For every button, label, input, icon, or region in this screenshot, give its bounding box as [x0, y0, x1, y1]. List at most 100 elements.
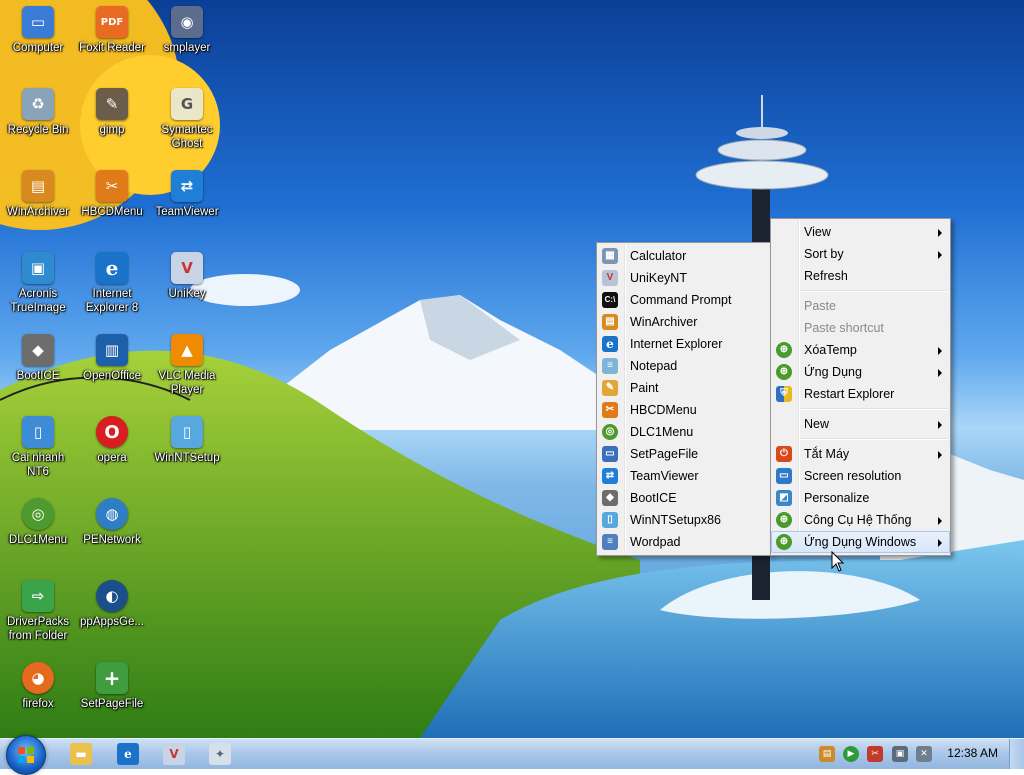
- winntsetup-icon: ▯: [602, 512, 618, 528]
- tray-archive-button[interactable]: ▤: [819, 746, 835, 762]
- menu-item-view[interactable]: View: [771, 221, 950, 243]
- shield-icon: ⛨: [776, 386, 792, 402]
- ie-icon: e: [96, 252, 128, 284]
- firefox-icon: ◕: [22, 662, 54, 694]
- submenu-arrow-icon: [938, 451, 942, 459]
- desktop-icon-unikey[interactable]: V UniKey: [149, 248, 225, 326]
- desktop-icon-smplayer[interactable]: ◉ smplayer: [149, 2, 225, 80]
- tools-icon: ✂: [871, 749, 879, 759]
- mouse-cursor-icon: [831, 551, 845, 572]
- submenu-item-setpagefile[interactable]: ▭ SetPageFile: [597, 443, 771, 465]
- show-desktop-button[interactable]: [1009, 739, 1024, 769]
- submenu-item-teamviewer[interactable]: ⇄ TeamViewer: [597, 465, 771, 487]
- wordpad-icon: ≡: [602, 534, 618, 550]
- desktop-icon-gimp[interactable]: ✎ gimp: [74, 84, 150, 162]
- desktop-icon-ppappsge[interactable]: ◐ ppAppsGe...: [74, 576, 150, 654]
- menu-item-refresh[interactable]: Refresh: [771, 265, 950, 287]
- menu-separator: [801, 408, 948, 410]
- acronis-icon: ▣: [22, 252, 54, 284]
- desktop-icon-penetwork[interactable]: ◍ PENetwork: [74, 494, 150, 572]
- submenu-arrow-icon: [938, 251, 942, 259]
- teamviewer-icon: ⇄: [171, 170, 203, 202]
- submenu-item-internet-explorer[interactable]: e Internet Explorer: [597, 333, 771, 355]
- taskbar: ▬ e V ✦ ▤ ▶ ✂ ▣ ✕ 12:38 AM: [0, 735, 1024, 775]
- desktop-icon-driverpacks[interactable]: ⇨ DriverPacks from Folder: [0, 576, 76, 654]
- desktop-icon-openoffice[interactable]: ▥ OpenOffice: [74, 330, 150, 408]
- menu-item-paste: Paste: [804, 299, 836, 313]
- desktop-icon-symantec-ghost[interactable]: G Symantec Ghost: [149, 84, 225, 162]
- desktop-icon-firefox[interactable]: ◕ firefox: [0, 658, 76, 736]
- menu-item-sort-by[interactable]: Sort by: [771, 243, 950, 265]
- taskbar-ie-button[interactable]: e: [117, 743, 139, 765]
- desktop[interactable]: ▭ Computer PDF Foxit Reader ◉ smplayer ♻…: [0, 0, 1024, 738]
- green-orb-icon: ⊕: [776, 512, 792, 528]
- submenu-item-hbcdmenu[interactable]: ✂ HBCDMenu: [597, 399, 771, 421]
- submenu-arrow-icon: [938, 421, 942, 429]
- submenu-item-calculator[interactable]: ▦ Calculator: [597, 245, 771, 267]
- start-button[interactable]: [6, 735, 46, 775]
- menu-item-restart-explorer[interactable]: ⛨ Restart Explorer: [771, 383, 950, 405]
- bootice-icon: ◆: [22, 334, 54, 366]
- submenu-item-bootice[interactable]: ◆ BootICE: [597, 487, 771, 509]
- power-icon: ⏻: [776, 446, 792, 462]
- desktop-icon-computer[interactable]: ▭ Computer: [0, 2, 76, 80]
- menu-item-screen-resolution[interactable]: ▭ Screen resolution: [771, 465, 950, 487]
- desktop-icon-winntsetup[interactable]: ▯ WinNTSetup: [149, 412, 225, 490]
- menu-item-personalize[interactable]: ◩ Personalize: [771, 487, 950, 509]
- ie-icon: e: [124, 747, 132, 761]
- pdf-icon: PDF: [96, 6, 128, 38]
- taskbar-notes-button[interactable]: ✦: [209, 743, 231, 765]
- tray-network-button[interactable]: ▣: [892, 746, 908, 762]
- taskbar-clock[interactable]: 12:38 AM: [947, 746, 998, 760]
- setup-icon: ▯: [22, 416, 54, 448]
- tools-icon: ✂: [602, 402, 618, 418]
- desktop-icon-bootice[interactable]: ◆ BootICE: [0, 330, 76, 408]
- dlc-icon: ◎: [602, 424, 618, 440]
- menu-item-ung-dung[interactable]: ⊕ Ứng Dụng: [771, 361, 950, 383]
- desktop-icon-setpagefile[interactable]: + SetPageFile: [74, 658, 150, 736]
- desktop-icon-winarchiver[interactable]: ▤ WinArchiver: [0, 166, 76, 244]
- teamviewer-icon: ⇄: [602, 468, 618, 484]
- desktop-icon-cai-nhanh-nt6[interactable]: ▯ Cai nhanh NT6: [0, 412, 76, 490]
- desktop-icon-recycle-bin[interactable]: ♻ Recycle Bin: [0, 84, 76, 162]
- desktop-icon-hbcdmenu[interactable]: ✂ HBCDMenu: [74, 166, 150, 244]
- opera-icon: O: [96, 416, 128, 448]
- network-icon: ◍: [96, 498, 128, 530]
- unikey-icon: V: [169, 747, 179, 761]
- taskbar-unikey-button[interactable]: V: [163, 743, 185, 765]
- menu-item-paste-shortcut: Paste shortcut: [804, 321, 884, 335]
- desktop-icon-dlc1menu[interactable]: ◎ DLC1Menu: [0, 494, 76, 572]
- submenu-item-notepad[interactable]: ≡ Notepad: [597, 355, 771, 377]
- menu-item-xoatemp[interactable]: ⊕ XóaTemp: [771, 339, 950, 361]
- desktop-icon-foxit-reader[interactable]: PDF Foxit Reader: [74, 2, 150, 80]
- desktop-icon-teamviewer[interactable]: ⇄ TeamViewer: [149, 166, 225, 244]
- submenu-item-wordpad[interactable]: ≡ Wordpad: [597, 531, 771, 553]
- dlc-icon: ◎: [22, 498, 54, 530]
- desktop-icon-opera[interactable]: O opera: [74, 412, 150, 490]
- monitor-icon: ▭: [776, 468, 792, 484]
- desktop-icon-vlc[interactable]: ▲ VLC Media Player: [149, 330, 225, 408]
- taskbar-explorer-button[interactable]: ▬: [70, 743, 92, 765]
- computer-icon: ▭: [22, 6, 54, 38]
- openoffice-icon: ▥: [96, 334, 128, 366]
- submenu-item-dlc1menu[interactable]: ◎ DLC1Menu: [597, 421, 771, 443]
- menu-item-new[interactable]: New: [771, 413, 950, 435]
- tray-volume-button[interactable]: ✕: [916, 746, 932, 762]
- submenu-item-winntsetupx86[interactable]: ▯ WinNTSetupx86: [597, 509, 771, 531]
- personalize-icon: ◩: [776, 490, 792, 506]
- submenu-item-unikeynt[interactable]: V UniKeyNT: [597, 267, 771, 289]
- menu-item-cong-cu-he-thong[interactable]: ⊕ Công Cụ Hệ Thống: [771, 509, 950, 531]
- submenu-item-command-prompt[interactable]: C:\ Command Prompt: [597, 289, 771, 311]
- submenu-item-winarchiver[interactable]: ▤ WinArchiver: [597, 311, 771, 333]
- desktop-icon-acronis[interactable]: ▣ Acronis TrueImage: [0, 248, 76, 326]
- menu-item-ung-dung-windows[interactable]: ⊕ Ứng Dụng Windows: [771, 531, 950, 553]
- desktop-icon-internet-explorer[interactable]: e Internet Explorer 8: [74, 248, 150, 326]
- submenu-item-paint[interactable]: ✎ Paint: [597, 377, 771, 399]
- menu-separator: [801, 438, 948, 440]
- tray-play-button[interactable]: ▶: [843, 746, 859, 762]
- menu-item-tat-may[interactable]: ⏻ Tắt Máy: [771, 443, 950, 465]
- submenu-arrow-icon: [938, 347, 942, 355]
- submenu-arrow-icon: [938, 229, 942, 237]
- desktop-context-menu: View Sort by Refresh Paste Paste shortcu…: [770, 218, 951, 556]
- tray-tools-button[interactable]: ✂: [867, 746, 883, 762]
